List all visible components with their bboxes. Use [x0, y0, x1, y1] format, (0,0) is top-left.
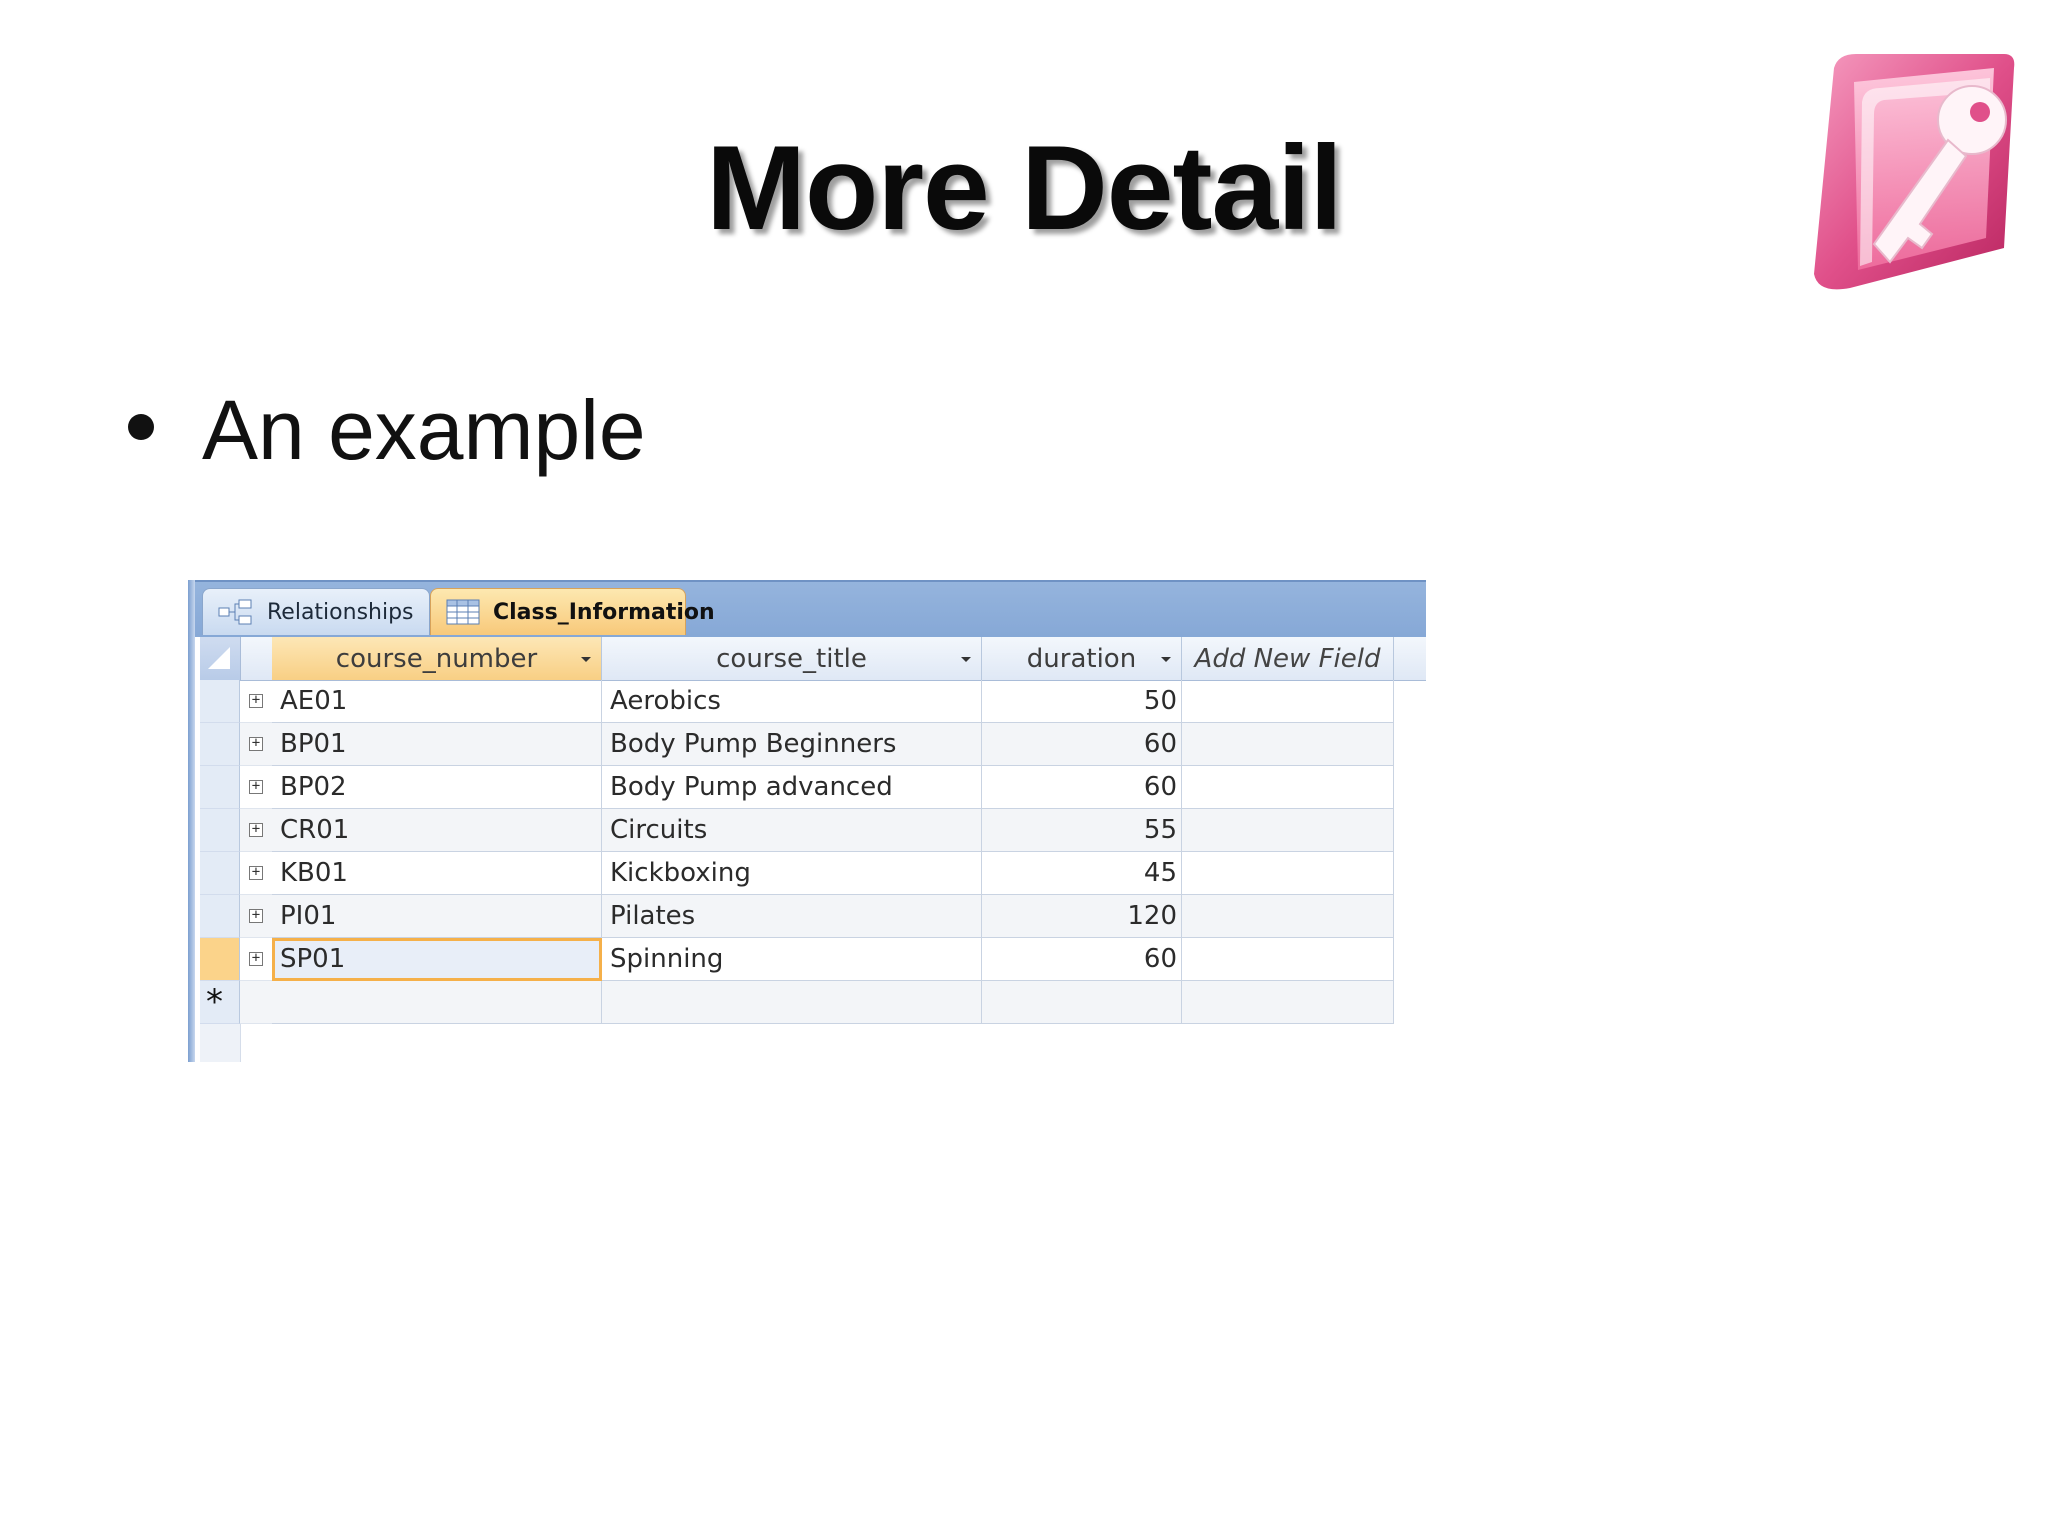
select-all-button[interactable]: [200, 637, 241, 680]
column-header-label: course_number: [335, 643, 538, 674]
cell-course-number[interactable]: BP02: [272, 766, 602, 809]
expand-plus-icon[interactable]: +: [249, 908, 263, 923]
cell-course-title[interactable]: Aerobics: [602, 680, 982, 723]
expand-cell[interactable]: +: [240, 680, 272, 723]
expand-cell[interactable]: +: [240, 895, 272, 938]
expand-cell[interactable]: +: [240, 809, 272, 852]
expand-cell[interactable]: +: [240, 723, 272, 766]
cell-new-field[interactable]: [1182, 852, 1394, 895]
cell-course-number[interactable]: AE01: [272, 680, 602, 723]
column-header-course-number[interactable]: course_number: [272, 637, 602, 680]
cell-course-title[interactable]: Body Pump Beginners: [602, 723, 982, 766]
new-record-asterisk-icon: *: [206, 982, 223, 1022]
chevron-down-icon[interactable]: [581, 657, 591, 662]
column-header-course-title[interactable]: course_title: [602, 637, 982, 680]
document-tab-strip: Relationships Class_Information: [188, 580, 1426, 637]
cell-new-field[interactable]: [1182, 809, 1394, 852]
expand-plus-icon[interactable]: +: [249, 693, 263, 708]
table-row[interactable]: + KB01 Kickboxing 45: [200, 852, 1426, 895]
cell-course-title[interactable]: Body Pump advanced: [602, 766, 982, 809]
expand-cell: [240, 981, 272, 1024]
chevron-down-icon[interactable]: [1161, 657, 1171, 662]
column-header-row: course_number course_title duration Add …: [200, 637, 1426, 681]
cell-course-number-focused[interactable]: SP01: [272, 938, 602, 981]
expand-plus-icon[interactable]: +: [249, 951, 263, 966]
cell-course-title[interactable]: Pilates: [602, 895, 982, 938]
expand-cell[interactable]: +: [240, 938, 272, 981]
empty-grid-area: [200, 1024, 1426, 1062]
cell-course-number[interactable]: [272, 981, 602, 1024]
cell-new-field[interactable]: [1182, 895, 1394, 938]
table-row[interactable]: + AE01 Aerobics 50: [200, 680, 1426, 723]
datasheet-table-icon: [446, 599, 480, 625]
record-selector[interactable]: [200, 809, 240, 852]
access-logo-icon: [1814, 54, 2015, 290]
cell-course-number[interactable]: CR01: [272, 809, 602, 852]
record-selector-empty: [200, 1024, 241, 1062]
expand-cell[interactable]: +: [240, 766, 272, 809]
column-header-add-new-field[interactable]: Add New Field: [1182, 637, 1394, 680]
record-selector[interactable]: [200, 766, 240, 809]
cell-new-field[interactable]: [1182, 938, 1394, 981]
tab-class-information-label: Class_Information: [493, 599, 715, 625]
cell-duration[interactable]: 60: [982, 723, 1182, 766]
cell-duration[interactable]: 55: [982, 809, 1182, 852]
cell-course-number[interactable]: BP01: [272, 723, 602, 766]
record-selector-new[interactable]: *: [200, 981, 240, 1024]
record-selector[interactable]: [200, 723, 240, 766]
cell-new-field[interactable]: [1182, 723, 1394, 766]
cell-new-field[interactable]: [1182, 766, 1394, 809]
record-selector[interactable]: [200, 852, 240, 895]
table-row-selected[interactable]: + SP01 Spinning 60: [200, 938, 1426, 981]
cell-course-title[interactable]: Circuits: [602, 809, 982, 852]
window-left-border: [188, 580, 195, 1062]
cell-duration[interactable]: 60: [982, 766, 1182, 809]
column-header-label: course_title: [716, 643, 867, 674]
cell-new-field[interactable]: [1182, 680, 1394, 723]
chevron-down-icon[interactable]: [961, 657, 971, 662]
cell-duration[interactable]: 50: [982, 680, 1182, 723]
cell-duration[interactable]: 120: [982, 895, 1182, 938]
bullet-text: An example: [202, 383, 646, 477]
expand-plus-icon[interactable]: +: [249, 779, 263, 794]
table-row[interactable]: + BP02 Body Pump advanced 60: [200, 766, 1426, 809]
expand-cell[interactable]: +: [240, 852, 272, 895]
column-header-duration[interactable]: duration: [982, 637, 1182, 680]
cell-course-title[interactable]: Kickboxing: [602, 852, 982, 895]
column-header-label: Add New Field: [1194, 643, 1381, 674]
expand-plus-icon[interactable]: +: [249, 822, 263, 837]
expand-plus-icon[interactable]: +: [249, 865, 263, 880]
cell-course-number[interactable]: PI01: [272, 895, 602, 938]
cell-course-title[interactable]: [602, 981, 982, 1024]
record-selector[interactable]: [200, 680, 240, 723]
cell-duration[interactable]: 45: [982, 852, 1182, 895]
cell-duration[interactable]: 60: [982, 938, 1182, 981]
table-row[interactable]: + PI01 Pilates 120: [200, 895, 1426, 938]
new-record-row[interactable]: *: [200, 981, 1426, 1024]
record-selector-current[interactable]: [200, 938, 240, 981]
tab-relationships[interactable]: Relationships: [202, 588, 430, 635]
expand-plus-icon[interactable]: +: [249, 736, 263, 751]
bullet-dot-icon: [128, 414, 154, 440]
table-row[interactable]: + BP01 Body Pump Beginners 60: [200, 723, 1426, 766]
column-header-label: duration: [1026, 643, 1137, 674]
cell-course-title[interactable]: Spinning: [602, 938, 982, 981]
cell-course-number[interactable]: KB01: [272, 852, 602, 895]
access-datasheet-window: Relationships Class_Information course_n…: [188, 580, 1426, 1062]
tab-relationships-label: Relationships: [267, 599, 414, 625]
cell-new-field[interactable]: [1182, 981, 1394, 1024]
slide-title: More Detail: [706, 121, 1343, 255]
tab-class-information[interactable]: Class_Information: [430, 588, 715, 635]
cell-duration[interactable]: [982, 981, 1182, 1024]
record-selector[interactable]: [200, 895, 240, 938]
relationships-icon: [218, 599, 252, 625]
table-row[interactable]: + CR01 Circuits 55: [200, 809, 1426, 852]
